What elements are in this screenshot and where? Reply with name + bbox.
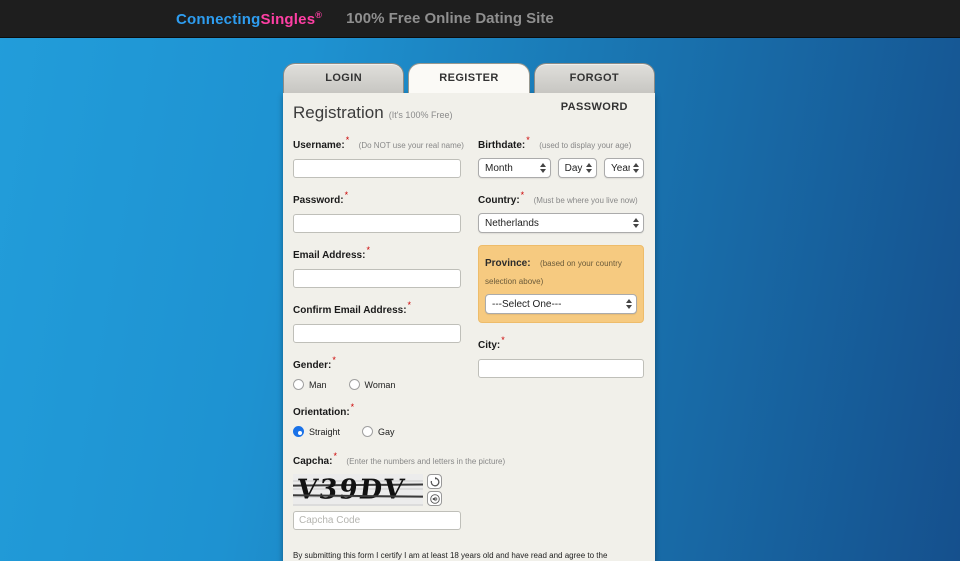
province-select[interactable]: ---Select One---	[485, 294, 637, 314]
province-value: ---Select One---	[492, 299, 623, 310]
required-marker: *	[526, 135, 530, 145]
gender-label: Gender:	[293, 360, 331, 371]
password-field-group: Password:*	[293, 190, 461, 233]
required-marker: *	[332, 355, 336, 365]
captcha-refresh-button[interactable]	[427, 474, 442, 489]
captcha-image: V39DV	[293, 474, 423, 506]
required-marker: *	[501, 335, 505, 345]
gender-man-label: Man	[309, 380, 327, 390]
speaker-icon	[430, 494, 440, 504]
birth-year-select[interactable]: Year	[604, 158, 644, 178]
site-logo[interactable]: ConnectingSingles®	[176, 10, 322, 28]
required-marker: *	[366, 245, 370, 255]
required-marker: *	[408, 300, 412, 310]
required-marker: *	[345, 190, 349, 200]
birth-month-select[interactable]: Month	[478, 158, 551, 178]
orientation-label: Orientation:	[293, 407, 350, 418]
city-field-group: City:*	[478, 335, 644, 378]
gender-woman-label: Woman	[365, 380, 396, 390]
password-label: Password:	[293, 195, 344, 206]
birthdate-field-group: Birthdate:* (used to display your age) M…	[478, 135, 644, 178]
province-field-group: Province: (based on your country selecti…	[478, 245, 644, 323]
orientation-gay-label: Gay	[378, 427, 395, 437]
registration-panel: LOGIN REGISTER FORGOT PASSWORD Registrat…	[283, 63, 655, 561]
required-marker: *	[333, 451, 337, 461]
page-title-text: Registration	[293, 103, 384, 122]
select-arrows-icon	[626, 299, 632, 309]
city-input[interactable]	[478, 359, 644, 378]
birth-year-value: Year	[611, 163, 630, 174]
required-marker: *	[346, 135, 350, 145]
gender-woman-radio[interactable]: Woman	[349, 379, 396, 390]
confirm-email-field-group: Confirm Email Address:*	[293, 300, 461, 343]
birthdate-hint: (used to display your age)	[539, 141, 631, 150]
orientation-field-group: Orientation:* Straight Gay	[293, 402, 461, 437]
captcha-label: Capcha:	[293, 456, 332, 467]
country-hint: (Must be where you live now)	[534, 196, 638, 205]
auth-tabs: LOGIN REGISTER FORGOT PASSWORD	[283, 63, 655, 93]
orientation-gay-radio[interactable]: Gay	[362, 426, 395, 437]
select-arrows-icon	[586, 163, 592, 173]
agreement-text-before: By submitting this form I certify I am a…	[293, 551, 607, 561]
radio-circle-icon	[362, 426, 373, 437]
gender-man-radio[interactable]: Man	[293, 379, 327, 390]
select-arrows-icon	[633, 218, 639, 228]
confirm-email-input[interactable]	[293, 324, 461, 343]
username-label: Username:	[293, 140, 345, 151]
captcha-code-input[interactable]	[293, 511, 461, 530]
orientation-straight-label: Straight	[309, 427, 340, 437]
orientation-straight-radio[interactable]: Straight	[293, 426, 340, 437]
tab-forgot-password[interactable]: FORGOT PASSWORD	[534, 63, 655, 93]
required-marker: *	[351, 402, 355, 412]
username-field-group: Username:* (Do NOT use your real name)	[293, 135, 461, 178]
required-marker: *	[521, 190, 525, 200]
radio-circle-icon	[349, 379, 360, 390]
email-input[interactable]	[293, 269, 461, 288]
captcha-audio-button[interactable]	[427, 491, 442, 506]
captcha-field-group: Capcha:* (Enter the numbers and letters …	[293, 451, 461, 530]
email-label: Email Address:	[293, 250, 365, 261]
radio-checked-icon	[293, 426, 304, 437]
tab-login[interactable]: LOGIN	[283, 63, 404, 93]
refresh-icon	[430, 477, 440, 487]
registration-form: Registration (It's 100% Free) Username:* …	[283, 93, 655, 561]
logo-text-connecting: Connecting	[176, 11, 261, 28]
province-label: Province:	[485, 258, 531, 269]
birth-month-value: Month	[485, 163, 537, 174]
email-field-group: Email Address:*	[293, 245, 461, 288]
username-input[interactable]	[293, 159, 461, 178]
tab-register[interactable]: REGISTER	[408, 63, 529, 93]
logo-text-singles: Singles	[261, 11, 316, 28]
captcha-code-text: V39DV	[295, 474, 423, 506]
country-value: Netherlands	[485, 218, 630, 229]
username-hint: (Do NOT use your real name)	[359, 141, 464, 150]
birthdate-label: Birthdate:	[478, 140, 525, 151]
country-select[interactable]: Netherlands	[478, 213, 644, 233]
agreement-text: By submitting this form I certify I am a…	[293, 550, 649, 561]
birth-day-value: Day	[565, 163, 583, 174]
page-title-hint: (It's 100% Free)	[389, 110, 453, 120]
radio-circle-icon	[293, 379, 304, 390]
country-field-group: Country:* (Must be where you live now) N…	[478, 190, 644, 233]
birth-day-select[interactable]: Day	[558, 158, 597, 178]
registered-trademark-icon: ®	[315, 10, 322, 20]
password-input[interactable]	[293, 214, 461, 233]
select-arrows-icon	[540, 163, 546, 173]
country-label: Country:	[478, 195, 520, 206]
site-tagline: 100% Free Online Dating Site	[346, 10, 554, 27]
select-arrows-icon	[633, 163, 639, 173]
top-bar: ConnectingSingles® 100% Free Online Dati…	[0, 0, 960, 38]
gender-field-group: Gender:* Man Woman	[293, 355, 461, 390]
confirm-email-label: Confirm Email Address:	[293, 305, 407, 316]
city-label: City:	[478, 340, 500, 351]
